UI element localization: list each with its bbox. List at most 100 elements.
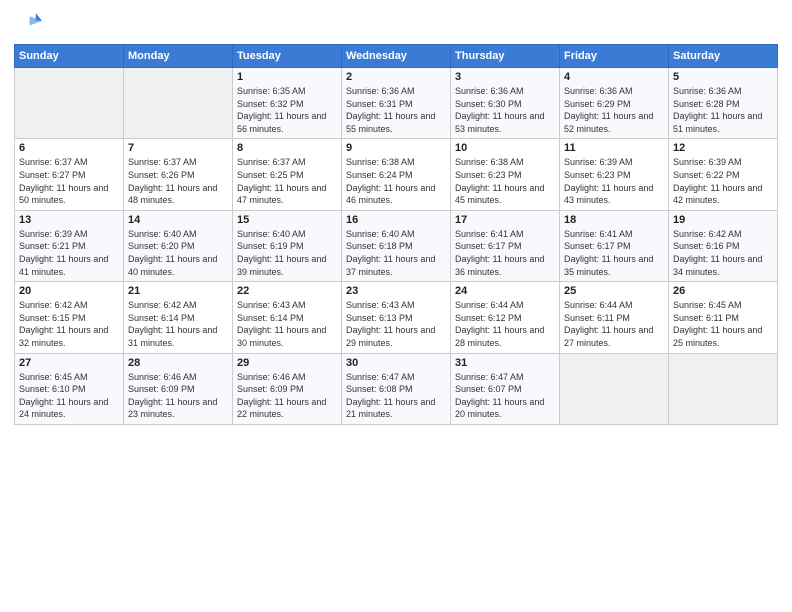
day-detail: Sunrise: 6:41 AM Sunset: 6:17 PM Dayligh… xyxy=(455,228,555,278)
day-detail: Sunrise: 6:38 AM Sunset: 6:24 PM Dayligh… xyxy=(346,156,446,206)
calendar-cell: 18 Sunrise: 6:41 AM Sunset: 6:17 PM Dayli… xyxy=(560,210,669,281)
calendar-cell: 12 Sunrise: 6:39 AM Sunset: 6:22 PM Dayli… xyxy=(669,139,778,210)
day-number: 24 xyxy=(455,285,555,297)
calendar-cell: 27 Sunrise: 6:45 AM Sunset: 6:10 PM Dayli… xyxy=(15,353,124,424)
day-detail: Sunrise: 6:40 AM Sunset: 6:18 PM Dayligh… xyxy=(346,228,446,278)
day-detail: Sunrise: 6:36 AM Sunset: 6:29 PM Dayligh… xyxy=(564,85,664,135)
day-number: 8 xyxy=(237,142,337,154)
calendar-cell: 5Sunrise: 6:36 AM Sunset: 6:28 PM Daylig… xyxy=(669,68,778,139)
day-detail: Sunrise: 6:46 AM Sunset: 6:09 PM Dayligh… xyxy=(237,371,337,421)
day-detail: Sunrise: 6:45 AM Sunset: 6:10 PM Dayligh… xyxy=(19,371,119,421)
day-number: 30 xyxy=(346,357,446,369)
day-detail: Sunrise: 6:42 AM Sunset: 6:14 PM Dayligh… xyxy=(128,299,228,349)
day-number: 29 xyxy=(237,357,337,369)
calendar-cell: 9 Sunrise: 6:38 AM Sunset: 6:24 PM Daylig… xyxy=(342,139,451,210)
day-number: 7 xyxy=(128,142,228,154)
day-number: 21 xyxy=(128,285,228,297)
day-number: 12 xyxy=(673,142,773,154)
day-detail: Sunrise: 6:41 AM Sunset: 6:17 PM Dayligh… xyxy=(564,228,664,278)
day-number: 20 xyxy=(19,285,119,297)
calendar-cell: 14 Sunrise: 6:40 AM Sunset: 6:20 PM Dayli… xyxy=(124,210,233,281)
calendar-cell: 11 Sunrise: 6:39 AM Sunset: 6:23 PM Dayli… xyxy=(560,139,669,210)
calendar-week-row: 1 Sunrise: 6:35 AM Sunset: 6:32 PM Daylig… xyxy=(15,68,778,139)
day-header: Sunday xyxy=(15,45,124,68)
header-row: SundayMondayTuesdayWednesdayThursdayFrid… xyxy=(15,45,778,68)
day-number: 6 xyxy=(19,142,119,154)
calendar-cell xyxy=(15,68,124,139)
day-number: 26 xyxy=(673,285,773,297)
calendar-cell: 20 Sunrise: 6:42 AM Sunset: 6:15 PM Dayli… xyxy=(15,282,124,353)
day-number: 16 xyxy=(346,214,446,226)
day-detail: Sunrise: 6:39 AM Sunset: 6:22 PM Dayligh… xyxy=(673,156,773,206)
calendar-cell: 7 Sunrise: 6:37 AM Sunset: 6:26 PM Daylig… xyxy=(124,139,233,210)
calendar-week-row: 6 Sunrise: 6:37 AM Sunset: 6:27 PM Daylig… xyxy=(15,139,778,210)
day-detail: Sunrise: 6:37 AM Sunset: 6:26 PM Dayligh… xyxy=(128,156,228,206)
calendar-cell: 19 Sunrise: 6:42 AM Sunset: 6:16 PM Dayli… xyxy=(669,210,778,281)
day-detail: Sunrise: 6:37 AM Sunset: 6:27 PM Dayligh… xyxy=(19,156,119,206)
day-number: 4 xyxy=(564,71,664,83)
day-detail: Sunrise: 6:35 AM Sunset: 6:32 PM Dayligh… xyxy=(237,85,337,135)
day-number: 23 xyxy=(346,285,446,297)
calendar-cell: 4 Sunrise: 6:36 AM Sunset: 6:29 PM Daylig… xyxy=(560,68,669,139)
day-number: 13 xyxy=(19,214,119,226)
day-header: Thursday xyxy=(451,45,560,68)
header xyxy=(14,10,778,38)
day-number: 2 xyxy=(346,71,446,83)
day-number: 18 xyxy=(564,214,664,226)
day-detail: Sunrise: 6:38 AM Sunset: 6:23 PM Dayligh… xyxy=(455,156,555,206)
day-number: 22 xyxy=(237,285,337,297)
calendar-cell: 6 Sunrise: 6:37 AM Sunset: 6:27 PM Daylig… xyxy=(15,139,124,210)
day-number: 25 xyxy=(564,285,664,297)
day-number: 3 xyxy=(455,71,555,83)
calendar-cell xyxy=(560,353,669,424)
day-number: 1 xyxy=(237,71,337,83)
day-detail: Sunrise: 6:45 AM Sunset: 6:11 PM Dayligh… xyxy=(673,299,773,349)
day-detail: Sunrise: 6:42 AM Sunset: 6:15 PM Dayligh… xyxy=(19,299,119,349)
calendar-body: 1 Sunrise: 6:35 AM Sunset: 6:32 PM Daylig… xyxy=(15,68,778,425)
day-detail: Sunrise: 6:42 AM Sunset: 6:16 PM Dayligh… xyxy=(673,228,773,278)
day-detail: Sunrise: 6:47 AM Sunset: 6:07 PM Dayligh… xyxy=(455,371,555,421)
day-detail: Sunrise: 6:40 AM Sunset: 6:19 PM Dayligh… xyxy=(237,228,337,278)
day-detail: Sunrise: 6:47 AM Sunset: 6:08 PM Dayligh… xyxy=(346,371,446,421)
day-header: Friday xyxy=(560,45,669,68)
day-number: 9 xyxy=(346,142,446,154)
calendar: SundayMondayTuesdayWednesdayThursdayFrid… xyxy=(14,44,778,425)
day-detail: Sunrise: 6:43 AM Sunset: 6:13 PM Dayligh… xyxy=(346,299,446,349)
calendar-cell: 10 Sunrise: 6:38 AM Sunset: 6:23 PM Dayli… xyxy=(451,139,560,210)
day-detail: Sunrise: 6:44 AM Sunset: 6:11 PM Dayligh… xyxy=(564,299,664,349)
day-detail: Sunrise: 6:46 AM Sunset: 6:09 PM Dayligh… xyxy=(128,371,228,421)
day-number: 11 xyxy=(564,142,664,154)
calendar-cell: 30 Sunrise: 6:47 AM Sunset: 6:08 PM Dayli… xyxy=(342,353,451,424)
calendar-cell: 21 Sunrise: 6:42 AM Sunset: 6:14 PM Dayli… xyxy=(124,282,233,353)
calendar-cell: 1 Sunrise: 6:35 AM Sunset: 6:32 PM Daylig… xyxy=(233,68,342,139)
calendar-week-row: 20 Sunrise: 6:42 AM Sunset: 6:15 PM Dayli… xyxy=(15,282,778,353)
calendar-week-row: 27 Sunrise: 6:45 AM Sunset: 6:10 PM Dayli… xyxy=(15,353,778,424)
calendar-cell: 29 Sunrise: 6:46 AM Sunset: 6:09 PM Dayli… xyxy=(233,353,342,424)
calendar-cell: 31Sunrise: 6:47 AM Sunset: 6:07 PM Dayli… xyxy=(451,353,560,424)
calendar-cell: 13 Sunrise: 6:39 AM Sunset: 6:21 PM Dayli… xyxy=(15,210,124,281)
day-detail: Sunrise: 6:39 AM Sunset: 6:23 PM Dayligh… xyxy=(564,156,664,206)
day-detail: Sunrise: 6:39 AM Sunset: 6:21 PM Dayligh… xyxy=(19,228,119,278)
day-detail: Sunrise: 6:43 AM Sunset: 6:14 PM Dayligh… xyxy=(237,299,337,349)
calendar-cell: 16 Sunrise: 6:40 AM Sunset: 6:18 PM Dayli… xyxy=(342,210,451,281)
day-detail: Sunrise: 6:36 AM Sunset: 6:31 PM Dayligh… xyxy=(346,85,446,135)
calendar-cell: 3Sunrise: 6:36 AM Sunset: 6:30 PM Daylig… xyxy=(451,68,560,139)
day-number: 14 xyxy=(128,214,228,226)
day-number: 28 xyxy=(128,357,228,369)
day-number: 17 xyxy=(455,214,555,226)
day-number: 27 xyxy=(19,357,119,369)
page: SundayMondayTuesdayWednesdayThursdayFrid… xyxy=(0,0,792,612)
calendar-cell: 26 Sunrise: 6:45 AM Sunset: 6:11 PM Dayli… xyxy=(669,282,778,353)
day-number: 10 xyxy=(455,142,555,154)
calendar-cell: 17 Sunrise: 6:41 AM Sunset: 6:17 PM Dayli… xyxy=(451,210,560,281)
day-detail: Sunrise: 6:40 AM Sunset: 6:20 PM Dayligh… xyxy=(128,228,228,278)
day-detail: Sunrise: 6:37 AM Sunset: 6:25 PM Dayligh… xyxy=(237,156,337,206)
calendar-cell: 24Sunrise: 6:44 AM Sunset: 6:12 PM Dayli… xyxy=(451,282,560,353)
day-number: 19 xyxy=(673,214,773,226)
calendar-cell: 15Sunrise: 6:40 AM Sunset: 6:19 PM Dayli… xyxy=(233,210,342,281)
logo xyxy=(14,10,46,38)
day-header: Monday xyxy=(124,45,233,68)
calendar-cell: 23 Sunrise: 6:43 AM Sunset: 6:13 PM Dayli… xyxy=(342,282,451,353)
day-number: 5 xyxy=(673,71,773,83)
calendar-cell: 8 Sunrise: 6:37 AM Sunset: 6:25 PM Daylig… xyxy=(233,139,342,210)
